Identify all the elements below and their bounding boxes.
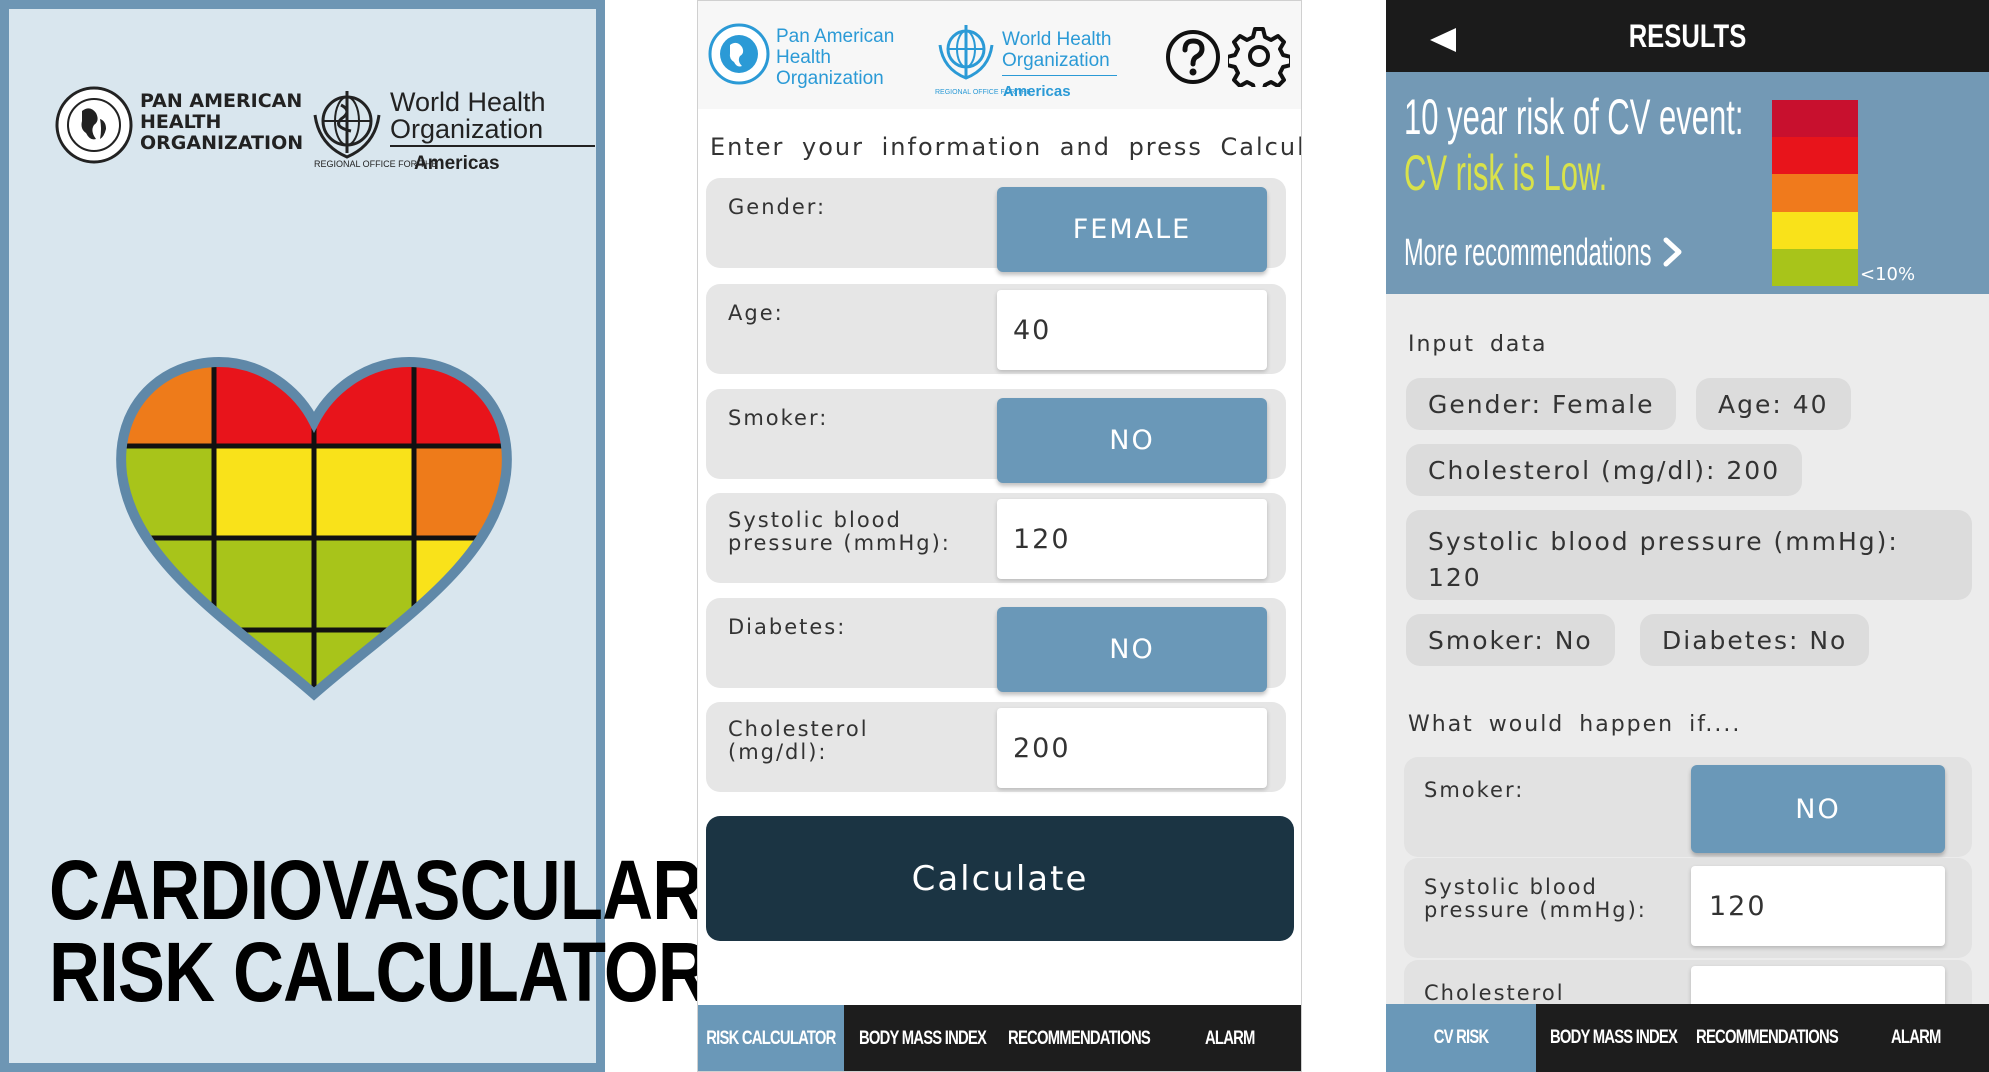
chevron-right-icon[interactable] bbox=[1662, 237, 1684, 267]
risk-panel: 10 year risk of CV event: CV risk is Low… bbox=[1386, 72, 1989, 294]
tab-recommendations[interactable]: RECOMMENDATIONS bbox=[1692, 1004, 1842, 1072]
systolic-row: Systolic blood pressure (mmHg): 120 bbox=[706, 493, 1286, 583]
age-summary: Age: 40 bbox=[1696, 378, 1851, 430]
tab-alarm[interactable]: ALARM bbox=[1842, 1004, 1989, 1072]
input-data-heading: Input data bbox=[1408, 332, 1548, 357]
calculator-tabbar: RISK CALCULATOR BODY MASS INDEX RECOMMEN… bbox=[698, 1005, 1301, 1071]
risk-heading: 10 year risk of CV event: bbox=[1404, 89, 1744, 145]
calculate-button[interactable]: Calculate bbox=[706, 816, 1294, 941]
paho-name: PAN AMERICAN HEALTH ORGANIZATION bbox=[140, 90, 304, 154]
who-region: Americas bbox=[414, 153, 500, 174]
gender-summary: Gender: Female bbox=[1406, 378, 1677, 430]
risk-scale-bar bbox=[1772, 100, 1858, 286]
cholesterol-summary: Cholesterol (mg/dl): 200 bbox=[1406, 444, 1803, 496]
diabetes-label: Diabetes: bbox=[728, 615, 847, 639]
instructions: Enter your information and press Calcula… bbox=[710, 133, 1302, 161]
whatif-smoker-label: Smoker: bbox=[1424, 778, 1525, 802]
results-tabbar: CV RISK BODY MASS INDEX RECOMMENDATIONS … bbox=[1386, 1004, 1989, 1072]
age-label: Age: bbox=[728, 301, 784, 325]
results-topbar: RESULTS bbox=[1386, 0, 1989, 72]
whatif-smoker-row: Smoker: NO bbox=[1404, 757, 1972, 857]
risk-percent-label: <10% bbox=[1860, 264, 1916, 285]
diabetes-toggle[interactable]: NO bbox=[997, 607, 1267, 692]
what-if-heading: What would happen if.... bbox=[1408, 712, 1742, 737]
whatif-cholesterol-label: Cholesterol bbox=[1424, 981, 1565, 1005]
paho-seal-icon bbox=[55, 86, 133, 164]
calculator-screen: Pan American Health Organization World H… bbox=[697, 0, 1302, 1072]
who-divider bbox=[1002, 75, 1117, 76]
smoker-summary: Smoker: No bbox=[1406, 614, 1615, 666]
tab-body-mass-index[interactable]: BODY MASS INDEX bbox=[844, 1005, 1002, 1071]
gender-row: Gender: FEMALE bbox=[706, 178, 1286, 272]
whatif-systolic-input[interactable]: 120 bbox=[1691, 866, 1945, 946]
cholesterol-input[interactable]: 200 bbox=[997, 708, 1267, 788]
page-title: RESULTS bbox=[1628, 18, 1747, 54]
smoker-row: Smoker: NO bbox=[706, 389, 1286, 483]
systolic-label: Systolic blood pressure (mmHg): bbox=[728, 508, 951, 555]
diabetes-summary: Diabetes: No bbox=[1640, 614, 1870, 666]
heart-risk-grid-icon bbox=[116, 356, 512, 701]
who-name: World Health Organization bbox=[390, 87, 546, 144]
risk-scale-segment bbox=[1772, 137, 1858, 175]
app-title: CARDIOVASCULAR RISK CALCULATOR bbox=[49, 843, 709, 1019]
risk-scale-segment bbox=[1772, 100, 1858, 138]
tab-cv-risk[interactable]: CV RISK bbox=[1386, 1004, 1536, 1072]
risk-scale-segment bbox=[1772, 211, 1858, 249]
systolic-summary: Systolic blood pressure (mmHg): 120 bbox=[1406, 510, 1972, 600]
more-recommendations-link[interactable]: More recommendations bbox=[1404, 232, 1651, 275]
who-name: World Health Organization bbox=[1002, 29, 1112, 71]
who-divider bbox=[390, 145, 595, 147]
who-region: Americas bbox=[1003, 83, 1071, 100]
results-screen: RESULTS 10 year risk of CV event: CV ris… bbox=[1386, 0, 1989, 1072]
paho-seal-icon bbox=[708, 23, 770, 85]
cholesterol-label: Cholesterol (mg/dl): bbox=[728, 717, 869, 764]
gender-label: Gender: bbox=[728, 195, 827, 219]
paho-name: Pan American Health Organization bbox=[776, 26, 895, 89]
age-input[interactable]: 40 bbox=[997, 290, 1267, 370]
tab-recommendations[interactable]: RECOMMENDATIONS bbox=[1002, 1005, 1156, 1071]
whatif-systolic-row: Systolic blood pressure (mmHg): 120 bbox=[1404, 858, 1972, 958]
diabetes-row: Diabetes: NO bbox=[706, 598, 1286, 692]
risk-scale-segment bbox=[1772, 174, 1858, 212]
age-row: Age: 40 bbox=[706, 284, 1286, 374]
splash-screen: PAN AMERICAN HEALTH ORGANIZATION World H… bbox=[0, 0, 709, 1072]
whatif-smoker-toggle[interactable]: NO bbox=[1691, 765, 1945, 853]
risk-scale-segment bbox=[1772, 248, 1858, 286]
smoker-toggle[interactable]: NO bbox=[997, 398, 1267, 483]
tab-risk-calculator[interactable]: RISK CALCULATOR bbox=[698, 1005, 844, 1071]
splash-logos: PAN AMERICAN HEALTH ORGANIZATION World H… bbox=[54, 79, 595, 199]
cholesterol-row: Cholesterol (mg/dl): 200 bbox=[706, 702, 1286, 792]
risk-level-text: CV risk is Low. bbox=[1404, 145, 1608, 201]
whatif-systolic-label: Systolic blood pressure (mmHg): bbox=[1424, 875, 1647, 922]
who-emblem-icon bbox=[938, 25, 994, 80]
tab-body-mass-index[interactable]: BODY MASS INDEX bbox=[1536, 1004, 1692, 1072]
question-icon[interactable] bbox=[1165, 29, 1221, 85]
gear-icon[interactable] bbox=[1228, 25, 1290, 87]
who-emblem-icon bbox=[313, 91, 381, 159]
smoker-label: Smoker: bbox=[728, 406, 829, 430]
gender-toggle[interactable]: FEMALE bbox=[997, 187, 1267, 272]
calculator-header: Pan American Health Organization World H… bbox=[698, 1, 1301, 109]
systolic-input[interactable]: 120 bbox=[997, 499, 1267, 579]
tab-alarm[interactable]: ALARM bbox=[1156, 1005, 1301, 1071]
